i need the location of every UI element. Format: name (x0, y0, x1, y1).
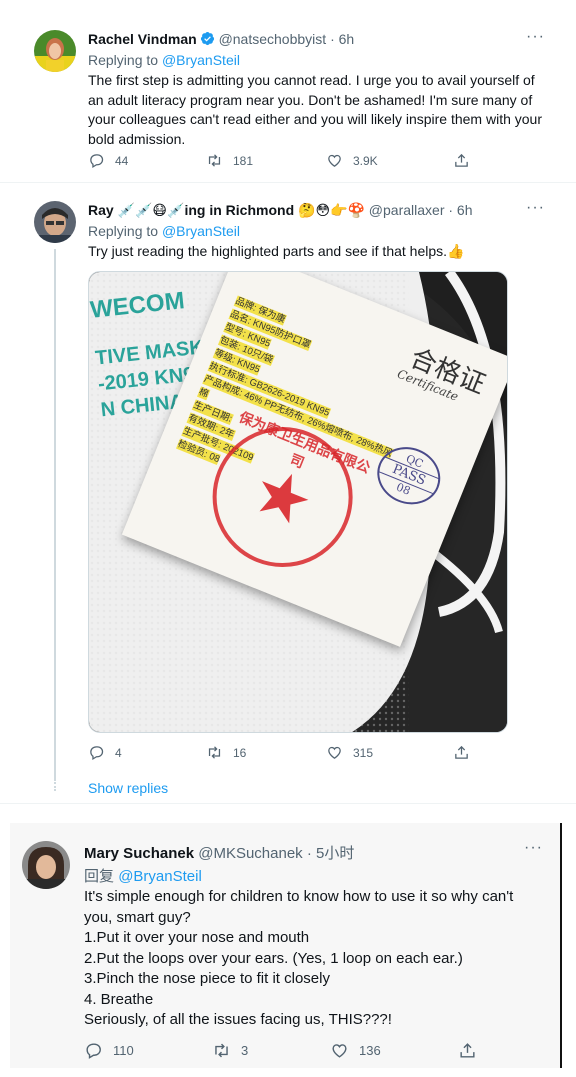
author-name[interactable]: Ray 💉💉😷💉ing in Richmond 🤔😳👉🍄 (88, 202, 365, 218)
tweet-text-line: 3.Pinch the nose piece to fit it closely (84, 970, 330, 987)
action-bar: 44 181 3.9K (88, 152, 488, 172)
reply-count: 110 (113, 1043, 134, 1058)
heart-icon (328, 746, 341, 759)
like-button[interactable]: 315 (326, 744, 373, 761)
more-icon[interactable]: ··· (524, 839, 543, 857)
author-handle[interactable]: @natsechobbyist (219, 31, 327, 47)
more-icon[interactable]: ··· (526, 28, 545, 46)
tweet-time[interactable]: · 6h (448, 202, 472, 218)
heart-icon (332, 1044, 347, 1058)
avatar-ray[interactable] (34, 201, 76, 243)
show-replies-link[interactable]: Show replies (88, 780, 168, 796)
retweet-button[interactable]: 181 (206, 152, 253, 169)
action-bar: 110 3 136 (84, 1041, 504, 1061)
reply-count: 4 (115, 745, 122, 760)
retweet-count: 3 (241, 1043, 249, 1058)
tweet-text-line: 1.Put it over your nose and mouth (84, 929, 310, 946)
thread-dots (54, 775, 56, 791)
tweet-text-line: It's simple enough for children to know … (84, 888, 514, 905)
reply-button[interactable]: 44 (88, 152, 128, 169)
tweet-text-line: Seriously, of all the issues facing us, … (84, 1011, 392, 1028)
tweet-text: The first step is admitting you cannot r… (88, 72, 543, 147)
share-icon (455, 153, 468, 167)
reply-icon (90, 746, 104, 761)
author-name[interactable]: Rachel Vindman (88, 31, 197, 47)
reply-count: 44 (115, 153, 129, 168)
reply-icon (90, 154, 104, 169)
retweet-icon (215, 1043, 228, 1058)
like-count: 136 (359, 1043, 381, 1058)
tweet-time[interactable]: · 5小时 (307, 845, 355, 862)
like-count: 3.9K (353, 153, 378, 168)
verified-badge-icon (200, 31, 214, 46)
like-button[interactable]: 3.9K (326, 152, 378, 169)
replying-mention[interactable]: @BryanSteil (162, 223, 240, 239)
tweet-time[interactable]: · 6h (330, 31, 354, 47)
share-button[interactable] (453, 744, 480, 761)
retweet-count: 181 (233, 153, 254, 168)
tweet-1[interactable]: Rachel Vindman @natsechobbyist · 6h ··· … (0, 0, 576, 182)
replying-label: Replying to (88, 223, 159, 239)
share-button[interactable] (453, 152, 480, 169)
replying-label: Replying to (88, 52, 159, 68)
like-count: 315 (353, 745, 374, 760)
share-button[interactable] (458, 1041, 487, 1060)
tweet-text: It's simple enough for children to know … (84, 887, 554, 1031)
share-icon (455, 745, 468, 759)
reply-icon (86, 1043, 101, 1059)
tweet-3[interactable]: Mary Suchanek @MKSuchanek · 5小时 ··· 回复 @… (10, 823, 562, 1068)
author-name[interactable]: Mary Suchanek (84, 845, 194, 862)
tweet-text-line: you, smart guy? (84, 908, 191, 926)
tweet-2[interactable]: Ray 💉💉😷💉ing in Richmond 🤔😳👉🍄 @parallaxer… (0, 183, 576, 803)
replying-mention[interactable]: @BryanSteil (162, 52, 240, 68)
avatar-rachel[interactable] (34, 30, 76, 72)
replying-label: 回复 (84, 868, 115, 885)
reply-button[interactable]: 110 (84, 1041, 134, 1060)
share-icon (460, 1043, 475, 1058)
more-icon[interactable]: ··· (526, 199, 545, 217)
thread-line (54, 249, 56, 781)
tweet-text-line: 4. Breathe (84, 990, 154, 1008)
retweet-icon (208, 154, 221, 167)
tweet-photo[interactable]: WECOM TIVE MASK -2019 KN95 N CHINA 合格证 C… (88, 271, 508, 733)
heart-icon (328, 154, 341, 167)
retweet-icon (208, 746, 221, 759)
replying-mention[interactable]: @BryanSteil (118, 868, 202, 885)
author-handle[interactable]: @MKSuchanek (198, 845, 302, 862)
retweet-button[interactable]: 3 (212, 1041, 248, 1060)
divider (0, 803, 576, 804)
tweet-text: Try just reading the highlighted parts a… (88, 243, 465, 259)
retweet-button[interactable]: 16 (206, 744, 246, 761)
author-handle[interactable]: @parallaxer (369, 202, 445, 218)
action-bar: 4 16 315 (88, 744, 488, 764)
avatar-mary[interactable] (22, 841, 70, 889)
tweet-text-line: 2.Put the loops over your ears. (Yes, 1 … (84, 949, 463, 967)
like-button[interactable]: 136 (330, 1041, 381, 1060)
reply-button[interactable]: 4 (88, 744, 122, 761)
retweet-count: 16 (233, 745, 247, 760)
